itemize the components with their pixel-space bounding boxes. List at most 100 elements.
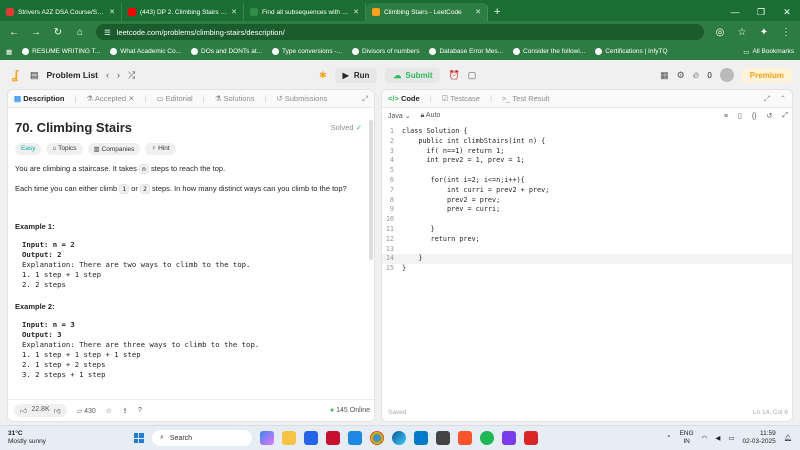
close-icon[interactable]: ✕ [128,94,134,103]
site-info-icon[interactable]: ☰ [104,28,111,37]
fullscreen-icon[interactable]: ⤢ [782,112,788,120]
eye-off-icon[interactable]: ◎ [714,27,726,38]
star-icon[interactable]: ☆ [736,27,748,38]
tab-editorial[interactable]: ▭ Editorial [156,94,192,103]
help-icon[interactable]: ? [138,407,142,414]
tab-test-result[interactable]: >_ Test Result [502,94,550,103]
tab-submissions[interactable]: ↺ Submissions [276,94,327,103]
tray-expand-icon[interactable]: ⌃ [666,434,671,442]
edge-icon[interactable] [391,431,406,445]
prev-problem-icon[interactable]: ‹ [106,70,109,80]
notes-icon[interactable]: ▢ [468,70,477,81]
browser-tab-3[interactable]: Find all subsequences with sum ✕ [244,3,366,21]
wifi-icon[interactable]: ◠ [702,434,708,442]
favorite-icon[interactable]: ☆ [106,407,112,415]
reload-icon[interactable]: ↻ [52,27,64,38]
avatar[interactable] [719,68,734,82]
autocomplete-toggle[interactable]: 🔒︎ Auto [421,112,441,120]
tab-solutions[interactable]: ⚗ Solutions [215,94,255,103]
bookmark-7[interactable]: Consider the followi... [513,48,585,55]
mcafee-icon[interactable] [325,431,340,445]
tab-testcase[interactable]: ☑ Testcase [442,94,480,103]
leetcode-logo-icon[interactable]: ʆ [8,68,22,82]
spotify-icon[interactable] [479,431,494,445]
file-explorer-icon[interactable] [281,431,296,445]
thumbs-down-icon[interactable]: 👎︎ [54,406,61,415]
comments-button[interactable]: ▱ 430 [77,407,96,415]
fire-icon[interactable]: 🔥︎ [693,70,700,81]
share-icon[interactable]: ⇪ [122,407,128,415]
bookmark-1[interactable]: RESUME WRITING T... [22,48,100,55]
tab-description[interactable]: ▤ Description [14,94,64,103]
close-icon[interactable]: ✕ [231,8,237,16]
layout-icon[interactable]: ▦ [660,70,669,81]
shuffle-icon[interactable]: ⤮ [128,70,135,81]
minimize-icon[interactable]: — [722,3,748,21]
app-icon-4[interactable] [523,431,538,445]
bookmark-3[interactable]: DOs and DONTs at... [191,48,262,55]
home-icon[interactable]: ⌂ [74,27,86,38]
maximize-panel-icon[interactable]: ⤢ [764,94,770,104]
store-icon[interactable] [303,431,318,445]
copilot-icon[interactable] [259,431,274,445]
tab-accepted[interactable]: ⚗ Accepted ✕ [86,94,134,103]
app-icon[interactable] [347,431,362,445]
extensions-icon[interactable]: ✦ [758,27,770,38]
maximize-panel-icon[interactable]: ⤢ [362,94,368,104]
brave-icon[interactable] [457,431,472,445]
bookmark-2[interactable]: What Academic Co... [110,48,181,55]
browser-tab-1[interactable]: Strivers A2Z DSA Course/Sheet ✕ [0,3,122,21]
braces-icon[interactable]: {} [752,113,757,120]
weather-widget[interactable]: 31°C Mostly sunny [8,430,46,446]
close-window-icon[interactable]: ✕ [774,3,800,21]
submit-button[interactable]: ☁ Submit [385,67,441,83]
timer-icon[interactable]: ⏰ [448,70,459,81]
bookmark-4[interactable]: Type conversions -... [272,48,342,55]
maximize-icon[interactable]: ❐ [748,3,774,21]
close-icon[interactable]: ✕ [353,8,359,16]
windows-start-icon[interactable] [133,433,144,443]
all-bookmarks[interactable]: ▭ All Bookmarks [743,48,794,56]
volume-icon[interactable]: ◀︎ [715,434,720,442]
battery-icon[interactable]: ▭ [728,434,734,442]
hint-tag[interactable]: ♀ Hint [145,143,176,155]
clock[interactable]: 11:59 02-03-2025 [742,430,775,446]
code-editor[interactable]: 1 class Solution { 2 public int climbStai… [382,127,792,274]
menu-icon[interactable]: ⋮ [780,27,792,38]
bookmark-8[interactable]: Certifications | InfyTQ [595,48,668,55]
browser-tab-2[interactable]: (443) DP 2. Climbing Stairs | Lea ✕ [122,3,244,21]
bookmark-icon[interactable]: ▯ [738,112,742,120]
forward-icon[interactable]: → [30,27,42,38]
companies-tag[interactable]: ▥ Companies [87,143,141,155]
chrome-icon[interactable] [369,431,384,445]
app-icon-2[interactable] [435,431,450,445]
next-problem-icon[interactable]: › [117,70,120,80]
settings-icon[interactable]: ⚙ [677,70,685,81]
bookmark-6[interactable]: Database Error Mes... [429,48,503,55]
topics-tag[interactable]: ⌂ Topics [46,143,83,155]
tab-code[interactable]: </> Code [388,94,420,103]
language-select[interactable]: Java ⌄ [388,112,411,120]
collapse-icon[interactable]: ⌃ [780,94,786,103]
premium-button[interactable]: Premium [741,67,793,83]
like-button[interactable]: 👍︎ 22.8K 👎︎ [14,404,67,417]
url-input[interactable]: ☰ leetcode.com/problems/climbing-stairs/… [96,24,704,40]
problem-list-link[interactable]: Problem List [47,70,98,80]
reset-icon[interactable]: ↺ [767,112,773,120]
format-icon[interactable]: ≡ [724,113,728,120]
run-button[interactable]: ▶ Run [334,67,378,83]
close-icon[interactable]: ✕ [475,8,481,16]
vscode-icon[interactable] [413,431,428,445]
language-indicator[interactable]: ENG IN [680,430,694,446]
notification-icon[interactable]: 🔔︎ [784,434,792,442]
debug-icon[interactable]: ✱ [319,70,327,81]
description-scrollbar[interactable] [369,120,373,260]
bookmark-5[interactable]: Divisors of numbers [352,48,419,55]
close-icon[interactable]: ✕ [109,8,115,16]
browser-tab-4[interactable]: Climbing Stairs - LeetCode ✕ [366,3,488,21]
back-icon[interactable]: ← [8,27,20,38]
taskbar-search-input[interactable]: ⌕ Search [151,430,252,446]
new-tab-button[interactable]: + [488,3,506,21]
apps-icon[interactable]: ▦ [6,48,12,56]
app-icon-3[interactable] [501,431,516,445]
